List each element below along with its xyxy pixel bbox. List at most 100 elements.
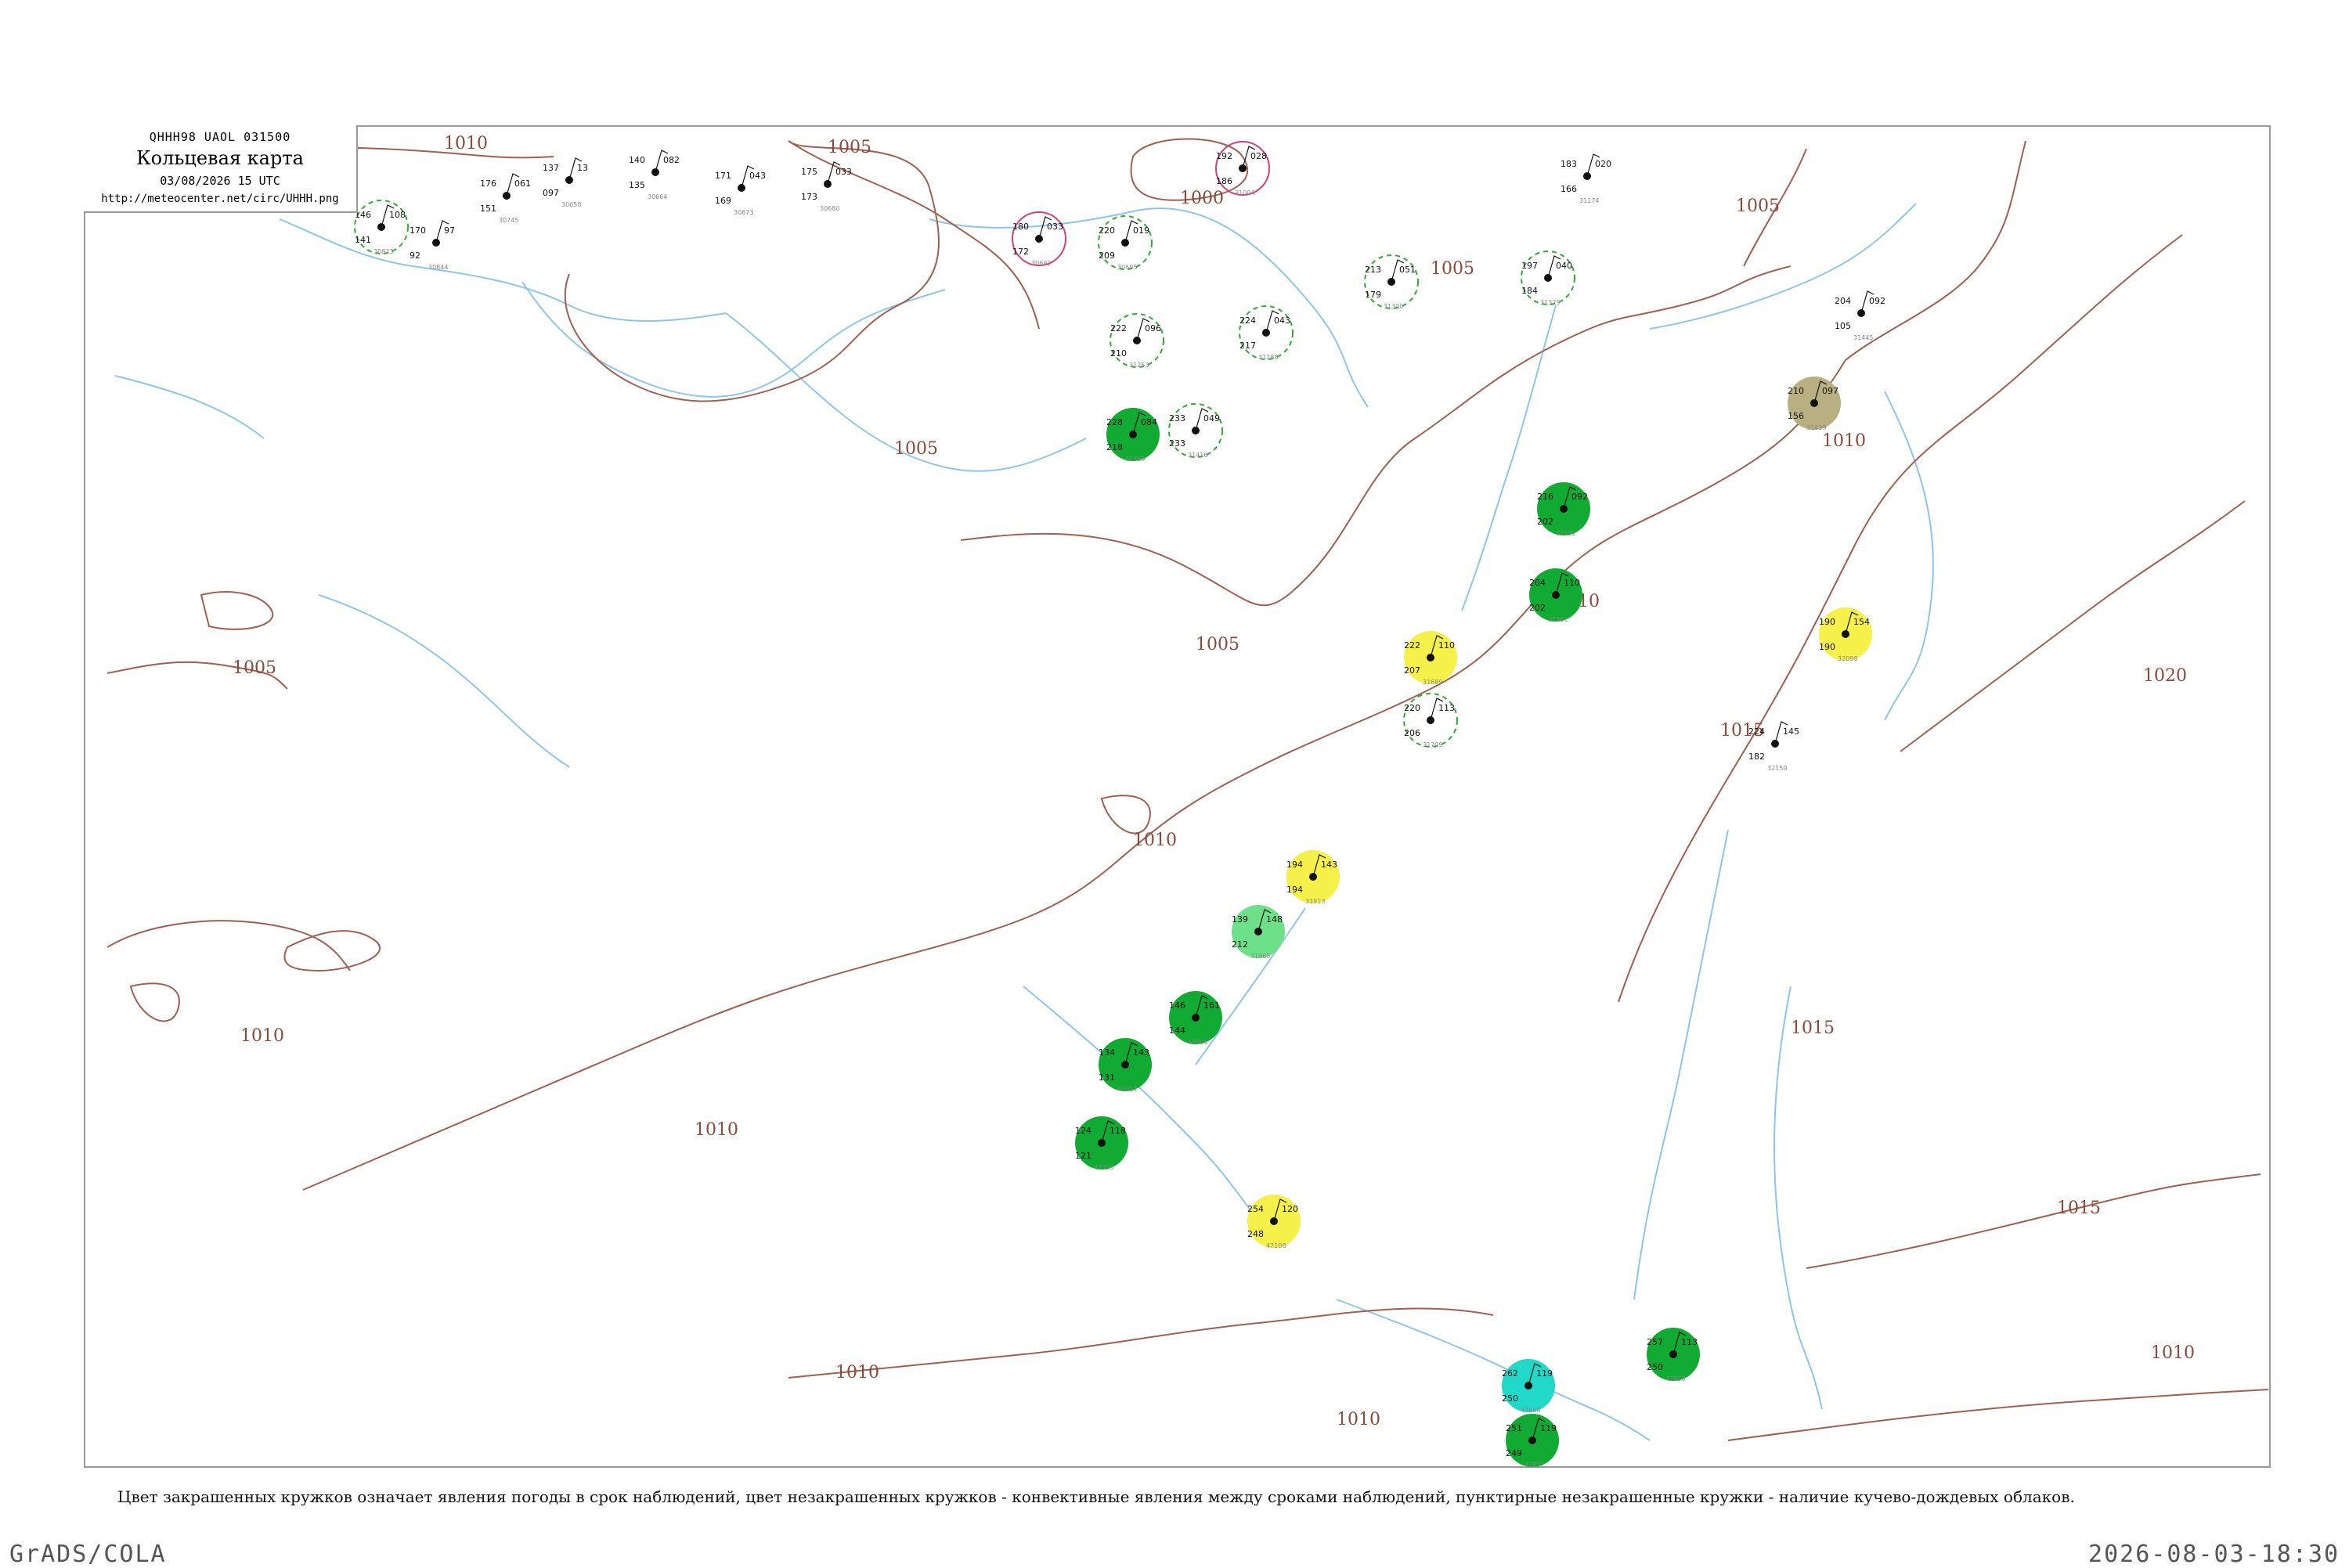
station-dewpoint: 097 [543,188,559,198]
isobar-1015 [1618,234,2183,1003]
station-plot: 224 182 145 32150 [1748,721,1799,772]
isobar-label: 1010 [1337,1410,1380,1429]
station-index: 31174 [1579,197,1599,204]
coast-shapes [129,591,1151,1022]
station-index: 30695 [1117,264,1137,271]
station-pressure: 120 [1282,1204,1298,1214]
station-temperature: 228 [1106,417,1123,427]
isobar-labels: 1010 1005 1005 1005 1000 1005 1005 1010 … [233,134,2195,1429]
station-pressure: 051 [1399,265,1416,275]
station-index: 31369 [1125,456,1145,463]
station-index: 30680 [820,205,839,212]
station-temperature: 194 [1286,860,1303,870]
station-temperature: 204 [1835,296,1851,306]
station-dewpoint: 233 [1169,438,1185,449]
station-temperature: 170 [410,225,426,236]
river [318,594,570,768]
isobar-1010-ne [1845,140,2026,361]
station-temperature: 139 [1232,914,1248,925]
isobar-label: 1020 [2143,666,2187,686]
station-temperature: 192 [1216,151,1232,161]
station-pressure: 13 [577,163,588,173]
station-temperature: 183 [1561,159,1577,169]
isobar-label: 1010 [240,1026,284,1046]
station-plot: 222 207 110 31689 [1404,631,1457,686]
station-pressure: 161 [1203,1000,1220,1011]
station-temperature: 257 [1647,1337,1663,1347]
isobar-label: 1010 [444,134,488,153]
station-temperature: 134 [1099,1047,1115,1058]
station-plot: 176 151 061 30745 [480,173,531,224]
isobar-1010-left [106,920,351,971]
station-index: 31913 [1305,898,1325,905]
station-index: 31416 [1188,452,1207,459]
isobar-label: 1005 [1196,635,1239,654]
station-index: 47830 [1665,1375,1685,1382]
station-temperature: 216 [1537,492,1553,502]
station-temperature: 210 [1788,386,1804,396]
station-temperature: 180 [1012,222,1029,232]
station-pressure: 092 [1869,296,1885,306]
footer-timestamp: 2026-08-03-18:30 [2088,1541,2340,1568]
station-pressure: 119 [1540,1423,1557,1433]
station-temperature: 176 [480,178,496,189]
station-index: 47837 [1525,1462,1544,1468]
station-pressure: 097 [1822,386,1838,396]
bulletin-code: QHHH98 UAOL 031500 [149,130,291,144]
isobar-label: 1005 [233,658,276,678]
map-caption: Цвет закрашенных кружков означает явлени… [117,1487,2075,1506]
station-dewpoint: 250 [1502,1393,1518,1404]
river [1633,829,1729,1300]
station-pressure: 033 [1047,222,1063,232]
station-index: 31439 [1806,424,1826,431]
station-index: 31288 [1258,354,1278,361]
station-index: 47108 [1266,1242,1286,1249]
station-dewpoint: 173 [801,192,817,202]
isobar-1010-se [1727,1389,2269,1441]
station-plot: 124 121 118 47055 [1075,1116,1128,1171]
station-index: 47003 [1188,1039,1207,1046]
station-dewpoint: 166 [1561,184,1577,194]
station-index: 31445 [1853,334,1873,341]
river [1773,986,1823,1410]
isobar-label: 1010 [695,1120,738,1140]
station-pressure: 143 [1133,1047,1149,1058]
river [279,218,727,322]
station-temperature: 175 [801,167,817,177]
station-temperature: 197 [1521,261,1538,271]
river [1023,986,1259,1222]
station-plot: 233 233 049 31416 [1168,403,1223,459]
station-plot: 137 097 13 30650 [543,157,588,208]
island [1100,795,1151,834]
rivers-layer [114,203,1934,1441]
isobar-label: 1015 [1791,1018,1835,1038]
station-plot: 134 131 143 47014 [1099,1038,1152,1093]
station-dewpoint: 248 [1247,1229,1264,1239]
station-index: 47014 [1117,1086,1137,1093]
station-dewpoint: 135 [629,180,645,190]
station-plot: 220 209 019 30695 [1098,215,1153,271]
station-temperature: 137 [543,163,559,173]
river [114,375,265,439]
isobar-label: 1015 [2057,1199,2101,1218]
isobar-label: 1010 [1822,431,1866,451]
station-plot: 213 179 051 31300 [1364,254,1419,310]
station-plot: 210 156 097 31439 [1788,377,1841,431]
station-index: 47808 [1521,1407,1540,1414]
station-index: 31004 [1235,189,1254,196]
station-plot: 262 250 119 47808 [1502,1359,1555,1414]
station-pressure: 028 [1250,151,1267,161]
station-dewpoint: 131 [1099,1072,1115,1083]
station-dewpoint: 212 [1232,939,1248,950]
station-temperature: 124 [1075,1126,1092,1136]
isobar-label: 1005 [1736,196,1780,216]
station-dewpoint: 190 [1819,642,1835,652]
map-datetime: 03/08/2026 15 UTC [160,174,280,188]
station-index: 47055 [1094,1164,1113,1171]
station-temperature: 233 [1169,413,1185,424]
station-dewpoint: 172 [1012,247,1029,257]
isobar-1010-main [302,359,1846,1191]
station-plot: 140 135 082 30664 [629,150,680,200]
station-plot: 175 173 033 30680 [801,161,852,212]
isobar-label: 1005 [1431,259,1474,279]
